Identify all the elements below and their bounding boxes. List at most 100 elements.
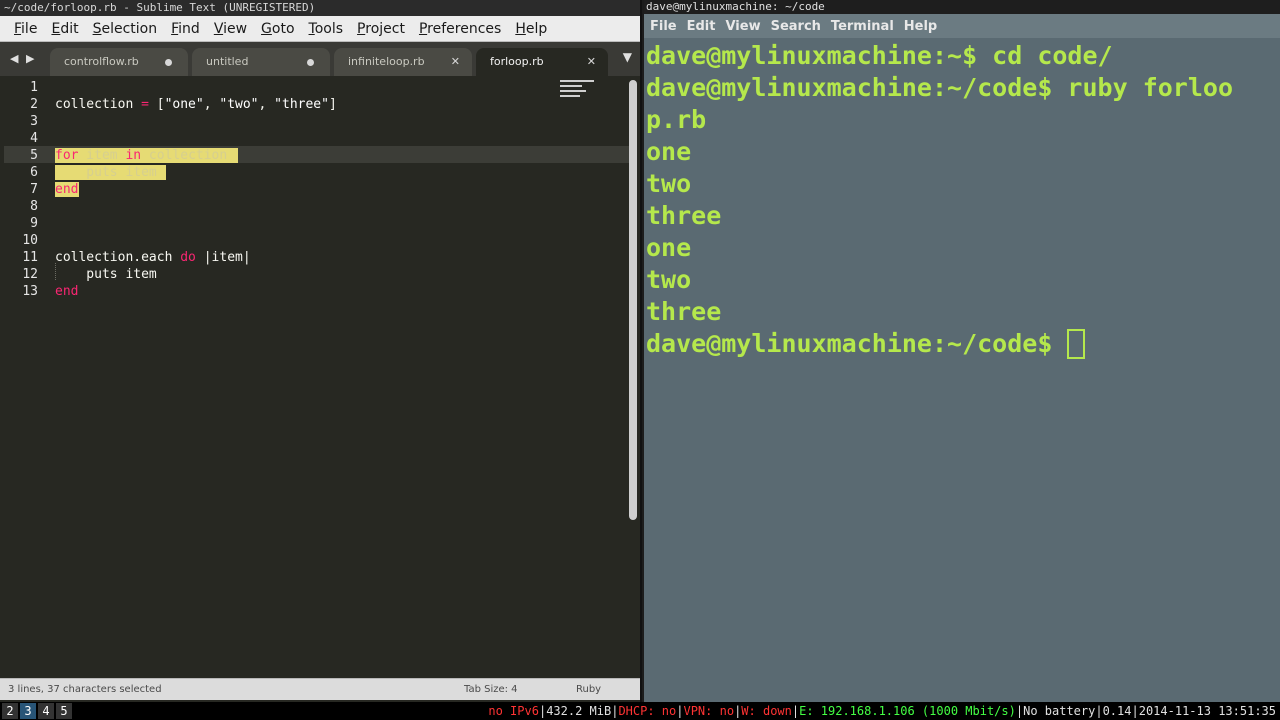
code-line-12: puts item [55, 267, 157, 282]
terminal-line: dave@mylinuxmachine:~/code$ ruby forloo [646, 73, 1233, 102]
menu-edit[interactable]: Edit [51, 21, 78, 37]
terminal-line: p.rb [646, 105, 707, 134]
menu-view[interactable]: View [214, 21, 247, 37]
tab-prev-icon[interactable]: ◀ [10, 52, 18, 65]
tab-bar: ◀ ▶ controlflow.rb untitled infiniteloop… [0, 42, 640, 76]
code-token: = [141, 97, 149, 112]
workspace-button[interactable]: 2 [2, 703, 18, 719]
terminal-line: two [646, 265, 692, 294]
syntax-status[interactable]: Ruby [576, 679, 601, 701]
system-status: no IPv6|432.2 MiB|DHCP: no|VPN: no|W: do… [488, 702, 1276, 720]
code-line-5: for item in collection [55, 147, 227, 164]
code-token: , [203, 97, 220, 112]
workspace-button-active[interactable]: 3 [20, 703, 36, 719]
close-icon[interactable]: ✕ [451, 48, 460, 76]
code-token: item [78, 148, 126, 163]
modified-dot-icon[interactable] [307, 59, 314, 66]
line-number: 1 [30, 80, 38, 95]
load-status: 0.14 [1102, 704, 1132, 718]
line-number: 9 [30, 216, 38, 231]
tab-dropdown-icon[interactable]: ▼ [623, 50, 632, 64]
workspace-button[interactable]: 4 [38, 703, 54, 719]
terminal-cursor [1067, 329, 1086, 359]
desktop: ~/code/forloop.rb - Sublime Text (UNREGI… [0, 0, 1280, 720]
tab-infiniteloop[interactable]: infiniteloop.rb ✕ [334, 48, 472, 76]
terminal-menu-help[interactable]: Help [904, 19, 937, 34]
modified-dot-icon[interactable] [165, 59, 172, 66]
close-icon[interactable]: ✕ [587, 48, 596, 76]
code-token: "three" [274, 97, 329, 112]
code-token: collection [55, 97, 142, 112]
terminal-line: dave@mylinuxmachine:~$ cd code/ [646, 41, 1113, 70]
terminal-line: two [646, 169, 692, 198]
minimap[interactable] [560, 80, 600, 110]
vpn-status: VPN: no [683, 704, 735, 718]
terminal-title: dave@mylinuxmachine: ~/code [644, 0, 1280, 14]
line-number: 2 [30, 97, 38, 112]
sublime-window: ~/code/forloop.rb - Sublime Text (UNREGI… [0, 0, 642, 702]
tab-label: controlflow.rb [64, 55, 139, 68]
editor-scrollbar[interactable] [629, 80, 637, 520]
code-token: for [55, 148, 79, 163]
ipv6-status: no IPv6 [488, 704, 539, 718]
status-bar: 3 lines, 37 characters selected Tab Size… [0, 678, 640, 700]
separator: | [1131, 704, 1139, 718]
code-token: in [125, 148, 142, 163]
line-number: 3 [30, 114, 38, 129]
tab-controlflow[interactable]: controlflow.rb [50, 48, 188, 76]
line-number: 5 [30, 148, 38, 163]
menu-help[interactable]: Help [515, 21, 547, 37]
separator: | [1015, 704, 1024, 718]
code-line-11: collection.each do |item| [55, 249, 251, 266]
dhcp-status: DHCP: no [618, 704, 677, 718]
code-token: collection [141, 148, 228, 163]
terminal-menu-edit[interactable]: Edit [687, 19, 716, 34]
line-number: 13 [22, 284, 38, 299]
terminal-menu-file[interactable]: File [650, 19, 677, 34]
sublime-menubar: File Edit Selection Find View Goto Tools… [0, 16, 640, 42]
tab-forloop[interactable]: forloop.rb ✕ [476, 48, 608, 76]
terminal-line: one [646, 137, 692, 166]
sublime-title: ~/code/forloop.rb - Sublime Text (UNREGI… [0, 0, 640, 16]
tab-size-status[interactable]: Tab Size: 4 [464, 679, 518, 701]
code-editor[interactable]: 1 2 3 4 5 6 7 8 9 10 11 12 13 collection… [0, 76, 640, 676]
menu-tools[interactable]: Tools [309, 21, 344, 37]
code-token: end [55, 182, 79, 197]
code-token: puts item [55, 165, 157, 180]
tab-label: infiniteloop.rb [348, 55, 425, 68]
terminal-menu-terminal[interactable]: Terminal [831, 19, 894, 34]
terminal-output[interactable]: dave@mylinuxmachine:~$ cd code/ dave@myl… [646, 40, 1278, 360]
line-number: 7 [30, 182, 38, 197]
selection-status: 3 lines, 37 characters selected [8, 684, 162, 695]
code-line-6: puts item [55, 164, 157, 181]
menu-preferences[interactable]: Preferences [419, 21, 501, 37]
terminal-menu-view[interactable]: View [725, 19, 760, 34]
wifi-status: W: down [741, 704, 792, 718]
code-token: collection.each [55, 250, 181, 265]
menu-selection[interactable]: Selection [93, 21, 158, 37]
menu-find[interactable]: Find [171, 21, 200, 37]
terminal-prompt-line[interactable]: dave@mylinuxmachine:~/code$ [646, 328, 1278, 360]
workspace-button[interactable]: 5 [56, 703, 72, 719]
terminal-menu-search[interactable]: Search [771, 19, 821, 34]
disk-status: 432.2 MiB [546, 704, 612, 718]
menu-file[interactable]: File [14, 21, 37, 37]
terminal-line: one [646, 233, 692, 262]
separator: | [1095, 704, 1103, 718]
tab-next-icon[interactable]: ▶ [26, 52, 34, 65]
code-token: do [180, 250, 196, 265]
line-gutter: 1 2 3 4 5 6 7 8 9 10 11 12 13 [0, 76, 44, 676]
code-token: [ [148, 97, 165, 112]
terminal-line: three [646, 201, 722, 230]
menu-project[interactable]: Project [357, 21, 405, 37]
terminal-menubar: File Edit View Search Terminal Help [644, 14, 1280, 38]
code-token: ] [328, 97, 337, 112]
line-number: 10 [22, 233, 38, 248]
code-token: end [55, 284, 79, 299]
code-line-13: end [55, 283, 78, 300]
tab-untitled[interactable]: untitled [192, 48, 330, 76]
terminal-prompt: dave@mylinuxmachine:~/code$ [646, 329, 1068, 358]
code-line-7: end [55, 181, 78, 198]
menu-goto[interactable]: Goto [261, 21, 294, 37]
terminal-line: three [646, 297, 722, 326]
